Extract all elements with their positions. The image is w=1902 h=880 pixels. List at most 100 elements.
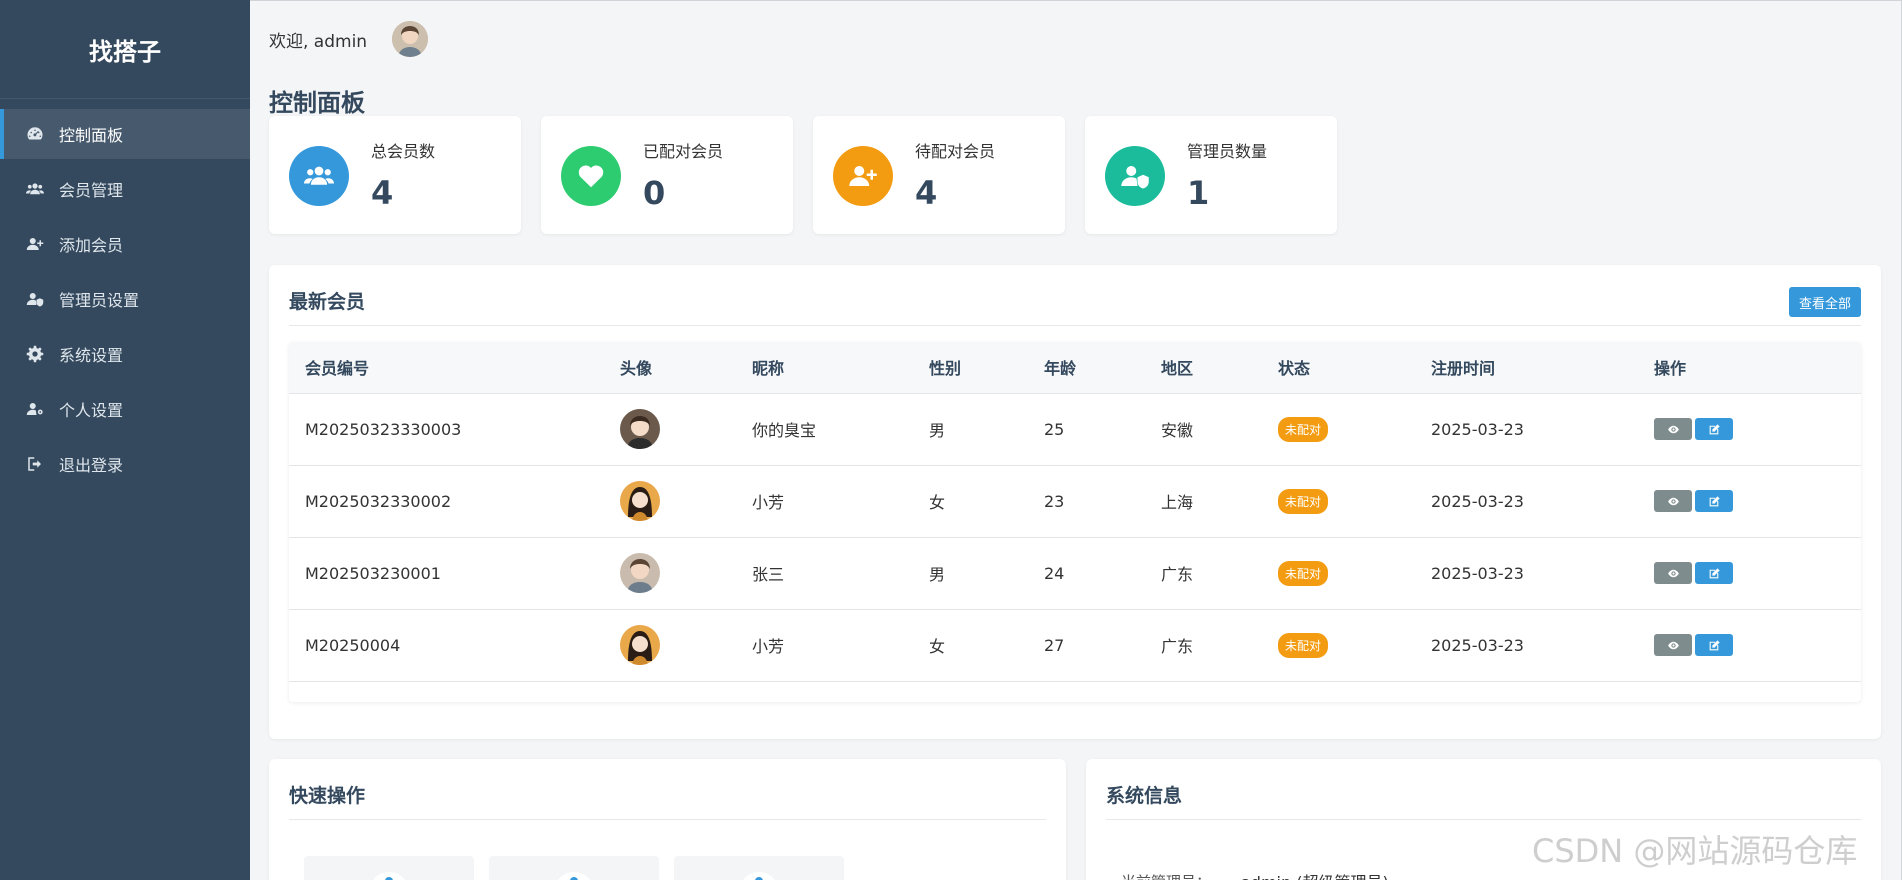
- view-button[interactable]: [1654, 418, 1692, 440]
- quick-actions-panel: 快速操作: [269, 759, 1066, 880]
- avatar[interactable]: [620, 553, 660, 593]
- stat-value: 4: [371, 174, 394, 212]
- column-header[interactable]: 会员编号: [289, 342, 620, 393]
- member-region: 上海: [1161, 493, 1194, 512]
- sidebar-item-label: 添加会员: [59, 236, 124, 255]
- member-gender: 女: [929, 493, 946, 512]
- edit-icon: [1709, 423, 1720, 434]
- panel-title: 最新会员: [289, 291, 366, 313]
- stat-value: 0: [643, 174, 666, 212]
- stat-value: 1: [1187, 174, 1210, 212]
- watermark: CSDN @网站源码仓库: [1532, 832, 1858, 870]
- member-age: 25: [1044, 419, 1065, 439]
- brand-logo[interactable]: 找搭子: [0, 0, 250, 99]
- avatar[interactable]: [620, 625, 660, 665]
- member-registered-date: 2025-03-23: [1431, 419, 1524, 439]
- sidebar-item-logout[interactable]: 退出登录: [0, 439, 250, 489]
- member-registered-date: 2025-03-23: [1431, 635, 1524, 655]
- column-header[interactable]: 状态: [1278, 342, 1431, 393]
- view-button[interactable]: [1654, 562, 1692, 584]
- sidebar-item-label: 个人设置: [59, 401, 124, 420]
- table-row: M20250004 小芳 女 27 广东 未配对 2025-03-23: [289, 609, 1861, 681]
- member-id: M20250004: [305, 635, 401, 655]
- member-gender: 女: [929, 637, 946, 656]
- member-age: 23: [1044, 491, 1065, 511]
- eye-icon: [1667, 497, 1679, 505]
- gear-icon: [25, 344, 45, 364]
- edit-button[interactable]: [1695, 634, 1733, 656]
- sidebar-item-members[interactable]: 会员管理: [0, 164, 250, 214]
- current-admin-value: admin (超级管理员): [1241, 869, 1389, 880]
- sidebar-item-admin-settings[interactable]: 管理员设置: [0, 274, 250, 324]
- divider: [289, 819, 1046, 820]
- member-registered-date: 2025-03-23: [1431, 563, 1524, 583]
- member-nickname: 张三: [752, 565, 785, 584]
- member-gender: 男: [929, 421, 946, 440]
- row-actions: [1654, 537, 1861, 609]
- column-header[interactable]: 昵称: [752, 342, 929, 393]
- view-button[interactable]: [1654, 634, 1692, 656]
- member-nickname: 小芳: [752, 493, 785, 512]
- users-icon: [289, 146, 349, 206]
- table-row: M20250323330003 你的臭宝 男 25 安徽 未配对 2025-03…: [289, 393, 1861, 465]
- edit-icon: [1709, 495, 1720, 506]
- sidebar-item-profile-settings[interactable]: 个人设置: [0, 384, 250, 434]
- sidebar-item-label: 控制面板: [59, 126, 124, 145]
- avatar[interactable]: [392, 21, 429, 57]
- edit-button[interactable]: [1695, 490, 1733, 512]
- member-id: M20250323330003: [305, 419, 462, 439]
- member-nickname: 小芳: [752, 637, 785, 656]
- edit-button[interactable]: [1695, 562, 1733, 584]
- column-header[interactable]: 年龄: [1044, 342, 1161, 393]
- column-header[interactable]: 操作: [1654, 342, 1861, 393]
- heart-icon: [561, 146, 621, 206]
- table-row: M2025032330002 小芳 女 23 上海 未配对 2025-03-23: [289, 465, 1861, 537]
- status-badge: 未配对: [1278, 488, 1329, 514]
- row-actions: [1654, 465, 1861, 537]
- divider: [289, 325, 1861, 326]
- quick-action-tile[interactable]: [489, 856, 659, 880]
- member-region: 广东: [1161, 637, 1194, 656]
- eye-icon: [1667, 641, 1679, 649]
- member-age: 27: [1044, 635, 1065, 655]
- user-plus-icon: [25, 234, 45, 254]
- user-shield-icon: [25, 289, 45, 309]
- column-header[interactable]: 地区: [1161, 342, 1278, 393]
- avatar[interactable]: [620, 409, 660, 449]
- eye-icon: [1667, 425, 1679, 433]
- edit-button[interactable]: [1695, 418, 1733, 440]
- sidebar-item-dashboard[interactable]: 控制面板: [0, 109, 250, 159]
- divider: [1106, 819, 1861, 820]
- row-actions: [1654, 609, 1861, 681]
- stat-label: 总会员数: [371, 142, 436, 161]
- top-bar: 欢迎, admin: [269, 21, 429, 57]
- table-header-row: 会员编号 头像 昵称 性别 年龄 地区 状态 注册时间 操作: [289, 342, 1861, 393]
- column-header[interactable]: 性别: [929, 342, 1044, 393]
- stat-label: 待配对会员: [915, 142, 996, 161]
- user-shield-icon: [1105, 146, 1165, 206]
- member-id: M202503230001: [305, 563, 441, 583]
- user-gear-icon: [25, 399, 45, 419]
- panel-title: 系统信息: [1106, 785, 1183, 807]
- edit-icon: [1709, 567, 1720, 578]
- quick-action-icon: [554, 872, 594, 880]
- view-all-button[interactable]: 查看全部: [1788, 287, 1861, 317]
- quick-action-tile[interactable]: [304, 856, 474, 880]
- panel-title: 快速操作: [289, 785, 366, 807]
- column-header[interactable]: 头像: [620, 342, 752, 393]
- sidebar-nav: 控制面板 会员管理 添加会员 管理员设置 系统设置 个人设置 退出登录: [0, 109, 250, 489]
- avatar[interactable]: [620, 481, 660, 521]
- member-region: 广东: [1161, 565, 1194, 584]
- stat-card-total-members: 总会员数 4: [269, 116, 521, 234]
- sidebar-item-add-member[interactable]: 添加会员: [0, 219, 250, 269]
- members-table: 会员编号 头像 昵称 性别 年龄 地区 状态 注册时间 操作 M20250323…: [289, 342, 1861, 702]
- quick-action-tile[interactable]: [674, 856, 844, 880]
- column-header[interactable]: 注册时间: [1431, 342, 1654, 393]
- sidebar-item-label: 管理员设置: [59, 291, 140, 310]
- table-row: M202503230001 张三 男 24 广东 未配对 2025-03-23: [289, 537, 1861, 609]
- sidebar-item-system-settings[interactable]: 系统设置: [0, 329, 250, 379]
- member-nickname: 你的臭宝: [752, 421, 817, 440]
- current-admin-label: 当前管理员：: [1121, 871, 1211, 880]
- edit-icon: [1709, 639, 1720, 650]
- view-button[interactable]: [1654, 490, 1692, 512]
